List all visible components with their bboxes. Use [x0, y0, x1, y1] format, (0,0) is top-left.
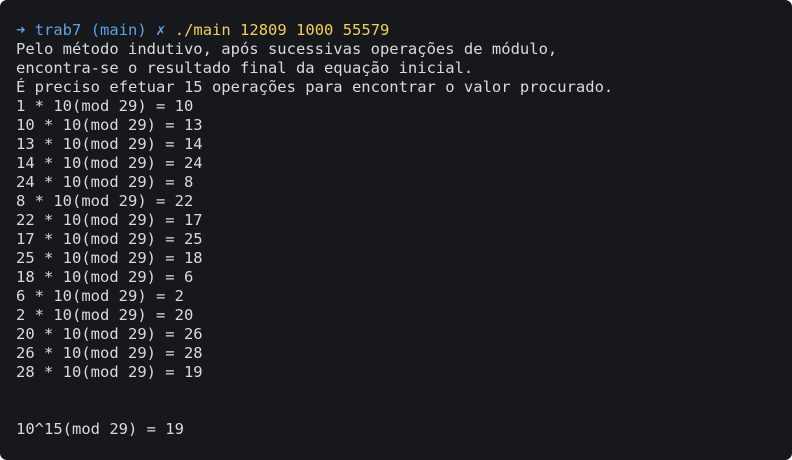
output-intro-line: Pelo método indutivo, após sucessivas op… [16, 40, 558, 58]
git-dirty-icon: ✗ [156, 21, 166, 39]
output-step-line: 8 * 10(mod 29) = 22 [16, 192, 194, 210]
output-step-line: 28 * 10(mod 29) = 19 [16, 363, 203, 381]
output-step-line: 18 * 10(mod 29) = 6 [16, 268, 194, 286]
output-step-line: 17 * 10(mod 29) = 25 [16, 230, 203, 248]
output-step-line: 13 * 10(mod 29) = 14 [16, 135, 203, 153]
output-intro-line: encontra-se o resultado final da equação… [16, 59, 474, 77]
prompt-git-branch: (main) [90, 21, 147, 39]
output-intro-line: É preciso efetuar 15 operações para enco… [16, 78, 614, 96]
output-step-line: 1 * 10(mod 29) = 10 [16, 97, 194, 115]
output-step-line: 2 * 10(mod 29) = 20 [16, 306, 194, 324]
output-result-line: 10^15(mod 29) = 19 [16, 420, 184, 438]
terminal-window[interactable]: ➜ trab7 (main) ✗ ./main 12809 1000 55579… [0, 0, 792, 460]
prompt-line: ➜ trab7 (main) ✗ ./main 12809 1000 55579 [16, 21, 776, 40]
output-step-line: 26 * 10(mod 29) = 28 [16, 344, 203, 362]
output-step-line: 22 * 10(mod 29) = 17 [16, 211, 203, 229]
output-step-line: 6 * 10(mod 29) = 2 [16, 287, 184, 305]
output-step-line: 25 * 10(mod 29) = 18 [16, 249, 203, 267]
command-text: ./main 12809 1000 55579 [174, 21, 390, 39]
output-step-line: 24 * 10(mod 29) = 8 [16, 173, 194, 191]
prompt-directory: trab7 [34, 21, 82, 39]
output-step-line: 14 * 10(mod 29) = 24 [16, 154, 203, 172]
prompt-arrow-icon: ➜ [16, 21, 26, 39]
output-step-line: 20 * 10(mod 29) = 26 [16, 325, 203, 343]
output-step-line: 10 * 10(mod 29) = 13 [16, 116, 203, 134]
